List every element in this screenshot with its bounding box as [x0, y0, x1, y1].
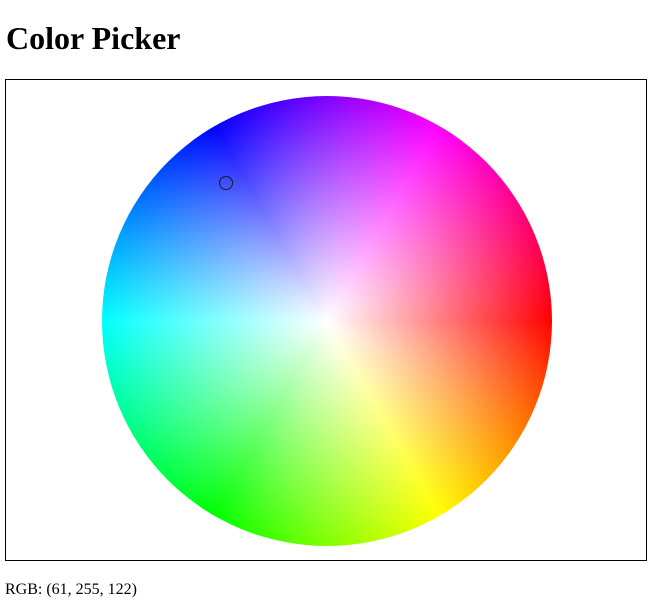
page-title: Color Picker	[6, 20, 181, 56]
color-wheel[interactable]	[102, 96, 552, 546]
color-picker-canvas[interactable]	[5, 79, 647, 561]
wheel-saturation-overlay	[102, 96, 552, 546]
rgb-readout: RGB: (61, 255, 122)	[5, 581, 137, 598]
